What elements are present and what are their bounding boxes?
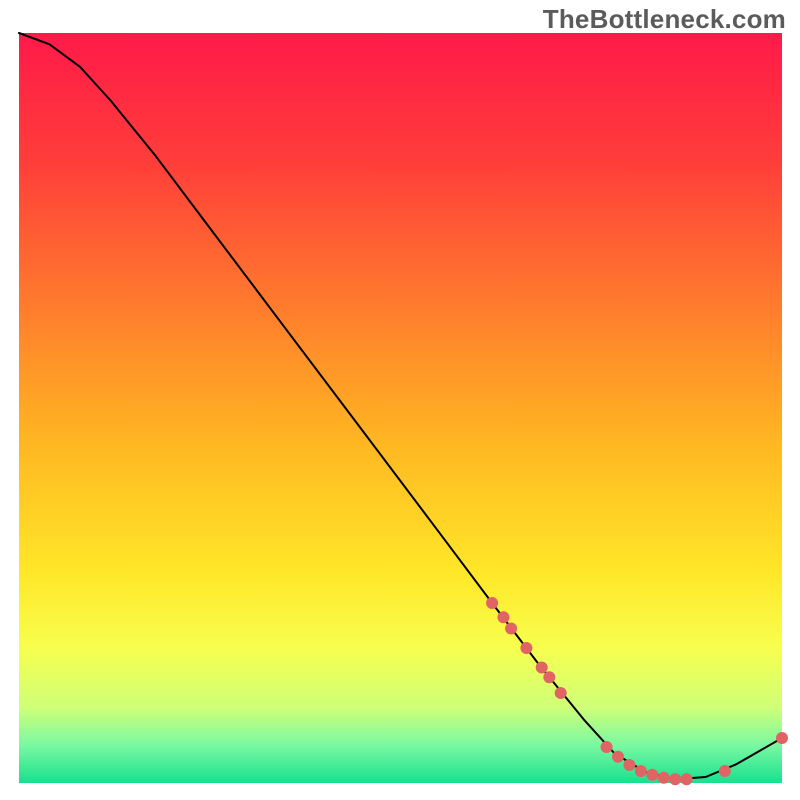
data-marker xyxy=(498,611,510,623)
data-marker xyxy=(536,662,548,674)
data-marker xyxy=(658,772,670,784)
data-marker xyxy=(505,623,517,635)
data-marker xyxy=(623,759,635,771)
data-marker xyxy=(555,687,567,699)
watermark-label: TheBottleneck.com xyxy=(543,4,786,35)
data-marker xyxy=(776,732,788,744)
data-marker xyxy=(520,642,532,654)
bottleneck-curve-chart xyxy=(0,0,800,800)
data-marker xyxy=(601,741,613,753)
chart-background xyxy=(19,33,782,783)
data-marker xyxy=(719,765,731,777)
data-marker xyxy=(646,769,658,781)
data-marker xyxy=(543,671,555,683)
data-marker xyxy=(669,773,681,785)
data-marker xyxy=(681,773,693,785)
data-marker xyxy=(486,597,498,609)
data-marker xyxy=(612,751,624,763)
data-marker xyxy=(635,765,647,777)
chart-container: TheBottleneck.com xyxy=(0,0,800,800)
